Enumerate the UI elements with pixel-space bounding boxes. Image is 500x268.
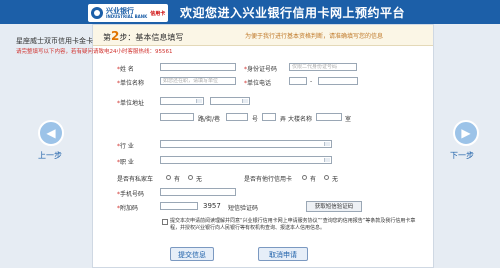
name-label: *姓 名 bbox=[117, 66, 134, 73]
bank-logo-icon bbox=[91, 7, 103, 19]
card-yes-radio[interactable] bbox=[302, 175, 307, 180]
lane-input[interactable] bbox=[262, 113, 276, 121]
submit-button[interactable]: 提交信息 bbox=[170, 247, 214, 261]
agree-terms-checkbox[interactable] bbox=[162, 219, 168, 225]
car-yes-radio[interactable] bbox=[166, 175, 171, 180]
get-sms-code-button[interactable]: 获取短信验证码 bbox=[306, 201, 362, 212]
card-no-radio[interactable] bbox=[324, 175, 329, 180]
lane-label: 弄 bbox=[280, 116, 287, 123]
road-label: 路/街/巷 bbox=[198, 116, 221, 123]
prev-step-button[interactable]: ◀ bbox=[38, 120, 64, 146]
banner-title: 欢迎您进入兴业银行信用卡网上预约平台 bbox=[180, 6, 406, 20]
company-input[interactable]: 如您还在职，请填写单位 bbox=[160, 77, 236, 85]
building-input[interactable] bbox=[316, 113, 342, 121]
job-select[interactable] bbox=[160, 156, 332, 164]
cancel-button[interactable]: 取消申请 bbox=[258, 247, 308, 261]
prev-step-label[interactable]: 上一步 bbox=[38, 150, 62, 161]
car-label: 是否有私家车 bbox=[117, 176, 154, 183]
phone-dash: - bbox=[310, 78, 313, 85]
terms-text: 提交本次申请前阅读理解并同意“兴业银行信用卡网上申请服务协议”“查询您的信用报告… bbox=[170, 218, 416, 231]
id-label: *身份证号码 bbox=[244, 66, 278, 73]
name-input[interactable] bbox=[160, 63, 236, 71]
company-label: *单位名称 bbox=[117, 80, 145, 87]
number-label: 号 bbox=[252, 116, 259, 123]
mobile-input[interactable] bbox=[160, 188, 236, 196]
province-select[interactable] bbox=[160, 97, 204, 105]
arrow-left-icon: ◀ bbox=[46, 126, 56, 140]
next-step-label[interactable]: 下一步 bbox=[450, 150, 474, 161]
step-hint: 为便于我行进行基本资格判断，请准确填写您的信息 bbox=[245, 33, 384, 40]
captcha-input[interactable] bbox=[160, 202, 198, 210]
right-side-panel bbox=[434, 24, 500, 268]
step-header: 第2步：基本信息填写 为便于我行进行基本资格判断，请准确填写您的信息 bbox=[93, 25, 433, 46]
district-input[interactable] bbox=[160, 113, 194, 121]
car-no-radio[interactable] bbox=[188, 175, 193, 180]
id-number-input[interactable]: 仅限二代身份证号码 bbox=[289, 63, 357, 71]
car-no-label: 无 bbox=[196, 176, 203, 183]
room-label: 室 bbox=[345, 116, 352, 123]
top-banner: 兴业银行 INDUSTRIAL BANK 信用卡 欢迎您进入兴业银行信用卡网上预约… bbox=[0, 0, 500, 24]
building-label: 大楼名称 bbox=[288, 116, 313, 123]
extra-code-label: *附加码 bbox=[117, 205, 139, 212]
company-address-label: *单位地址 bbox=[117, 100, 145, 107]
phone-area-code-input[interactable] bbox=[289, 77, 307, 85]
sms-code-label: 短信验证码 bbox=[228, 205, 259, 212]
job-label: *职 业 bbox=[117, 159, 134, 166]
next-step-button[interactable]: ▶ bbox=[453, 120, 479, 146]
industry-select[interactable] bbox=[160, 140, 332, 148]
captcha-image[interactable]: 3957 bbox=[203, 202, 221, 210]
other-card-label: 是否有他行信用卡 bbox=[244, 176, 293, 183]
notice-text: 请完整填写以下内容，若有疑问请致电24小时客服热线：95561 bbox=[16, 49, 173, 55]
step-title: 第2步：基本信息填写 bbox=[103, 29, 184, 43]
mobile-label: *手机号码 bbox=[117, 191, 145, 198]
logo-card-text: 信用卡 bbox=[150, 10, 166, 17]
card-name: 星座威士双币信用卡金卡 bbox=[16, 37, 93, 45]
arrow-right-icon: ▶ bbox=[461, 126, 471, 140]
car-yes-label: 有 bbox=[174, 176, 181, 183]
bank-logo: 兴业银行 INDUSTRIAL BANK 信用卡 bbox=[88, 4, 168, 22]
phone-number-input[interactable] bbox=[318, 77, 358, 85]
card-no-label: 无 bbox=[332, 176, 339, 183]
left-side-panel bbox=[0, 24, 92, 268]
industry-label: *行 业 bbox=[117, 143, 134, 150]
logo-subtext: INDUSTRIAL BANK bbox=[106, 13, 148, 19]
company-phone-label: *单位电话 bbox=[244, 80, 272, 87]
card-yes-label: 有 bbox=[310, 176, 317, 183]
road-number-input[interactable] bbox=[226, 113, 248, 121]
city-select[interactable] bbox=[210, 97, 250, 105]
